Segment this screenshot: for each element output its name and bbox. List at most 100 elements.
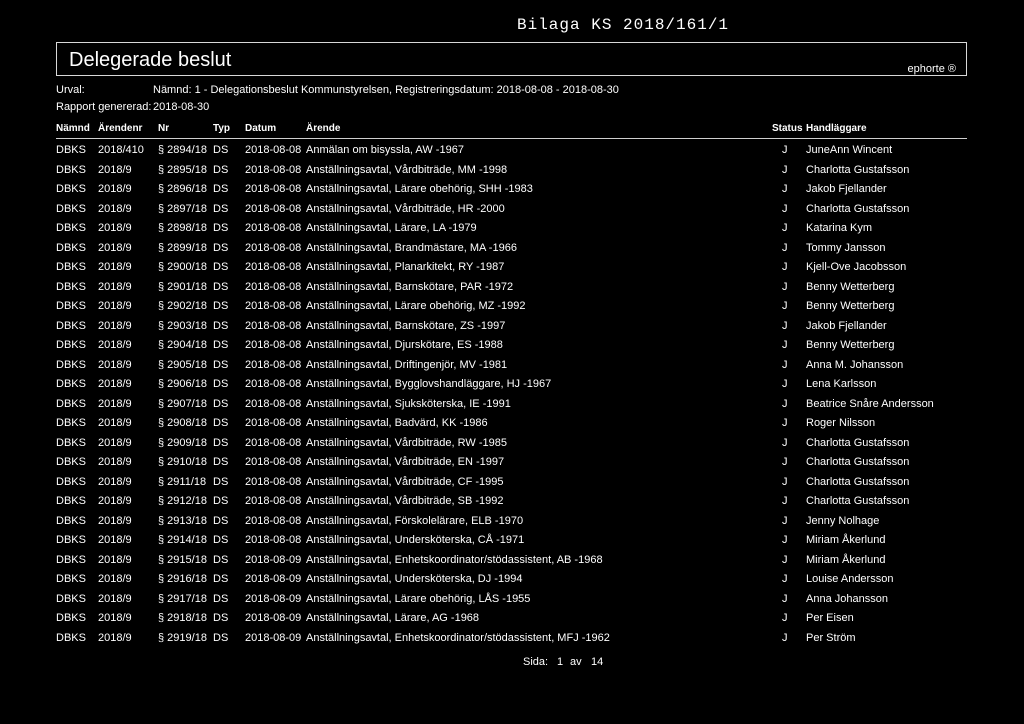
cell-handlaggare: Charlotta Gustafsson — [806, 164, 910, 176]
cell-status: J — [782, 612, 788, 624]
cell-namnd: DBKS — [56, 183, 86, 195]
cell-handlaggare: Jakob Fjellander — [806, 320, 887, 332]
table-row: DBKS 2018/9 § 2912/18 DS 2018-08-08 Anställni… — [0, 495, 1024, 511]
cell-datum: 2018-08-08 — [245, 281, 302, 293]
cell-arende: Anställningsavtal, Enhetskoordinator/stö… — [306, 554, 603, 566]
cell-namnd: DBKS — [56, 593, 86, 605]
cell-typ: DS — [213, 456, 229, 468]
cell-arendenr: 2018/9 — [98, 437, 132, 449]
cell-typ: DS — [213, 554, 229, 566]
cell-namnd: DBKS — [56, 476, 86, 488]
cell-handlaggare: Benny Wetterberg — [806, 339, 895, 351]
cell-arende: Anställningsavtal, Vårdbiträde, MM -1998 — [306, 164, 508, 176]
cell-handlaggare: Jakob Fjellander — [806, 183, 887, 195]
page-current: 1 — [557, 656, 564, 668]
table-row: DBKS 2018/9 § 2916/18 DS 2018-08-09 Anställni… — [0, 573, 1024, 589]
cell-arende: Anställningsavtal, Bygglovshandläggare, … — [306, 378, 552, 390]
cell-namnd: DBKS — [56, 339, 86, 351]
table-row: DBKS 2018/9 § 2896/18 DS 2018-08-08 Anställni… — [0, 183, 1024, 199]
cell-arende: Anställningsavtal, Vårdbiträde, RW -1985 — [306, 437, 507, 449]
cell-namnd: DBKS — [56, 281, 86, 293]
cell-status: J — [782, 144, 788, 156]
cell-namnd: DBKS — [56, 359, 86, 371]
cell-nr: § 2899/18 — [158, 242, 207, 254]
cell-arende: Anställningsavtal, Lärare obehörig, LÅS … — [306, 593, 531, 605]
cell-status: J — [782, 222, 788, 234]
cell-nr: § 2900/18 — [158, 261, 207, 273]
cell-arende: Anställningsavtal, Förskolelärare, ELB -… — [306, 515, 524, 527]
title-box: Delegerade beslut ephorte ® — [56, 42, 967, 76]
cell-arende: Anställningsavtal, Undersköterska, DJ -1… — [306, 573, 523, 585]
table-row: DBKS 2018/9 § 2903/18 DS 2018-08-08 Anställni… — [0, 320, 1024, 336]
cell-datum: 2018-08-09 — [245, 554, 302, 566]
cell-arendenr: 2018/9 — [98, 164, 132, 176]
table-row: DBKS 2018/9 § 2911/18 DS 2018-08-08 Anställni… — [0, 476, 1024, 492]
cell-status: J — [782, 495, 788, 507]
cell-typ: DS — [213, 144, 229, 156]
cell-typ: DS — [213, 222, 229, 234]
cell-typ: DS — [213, 281, 229, 293]
cell-nr: § 2917/18 — [158, 593, 207, 605]
cell-status: J — [782, 339, 788, 351]
cell-arendenr: 2018/9 — [98, 300, 132, 312]
table-row: DBKS 2018/9 § 2918/18 DS 2018-08-09 Anställni… — [0, 612, 1024, 628]
rapport-value: 2018-08-30 — [153, 101, 210, 113]
cell-namnd: DBKS — [56, 632, 86, 644]
cell-arende: Anställningsavtal, Vårdbiträde, HR -2000 — [306, 203, 505, 215]
cell-nr: § 2905/18 — [158, 359, 207, 371]
col-handlaggare: Handläggare — [806, 123, 867, 134]
cell-datum: 2018-08-08 — [245, 203, 302, 215]
table-row: DBKS 2018/9 § 2898/18 DS 2018-08-08 Anställni… — [0, 222, 1024, 238]
cell-status: J — [782, 261, 788, 273]
table-row: DBKS 2018/9 § 2909/18 DS 2018-08-08 Anställni… — [0, 437, 1024, 453]
cell-namnd: DBKS — [56, 456, 86, 468]
cell-arendenr: 2018/9 — [98, 339, 132, 351]
cell-nr: § 2912/18 — [158, 495, 207, 507]
cell-handlaggare: Miriam Åkerlund — [806, 534, 886, 546]
cell-status: J — [782, 593, 788, 605]
cell-arendenr: 2018/9 — [98, 515, 132, 527]
cell-typ: DS — [213, 359, 229, 371]
cell-datum: 2018-08-08 — [245, 222, 302, 234]
cell-typ: DS — [213, 534, 229, 546]
col-status: Status — [772, 123, 803, 134]
cell-datum: 2018-08-08 — [245, 320, 302, 332]
cell-namnd: DBKS — [56, 378, 86, 390]
cell-arendenr: 2018/9 — [98, 378, 132, 390]
cell-handlaggare: Miriam Åkerlund — [806, 554, 886, 566]
table-row: DBKS 2018/9 § 2899/18 DS 2018-08-08 Anställni… — [0, 242, 1024, 258]
cell-handlaggare: Katarina Kym — [806, 222, 873, 234]
cell-nr: § 2904/18 — [158, 339, 207, 351]
table-row: DBKS 2018/9 § 2900/18 DS 2018-08-08 Anställni… — [0, 261, 1024, 277]
cell-arendenr: 2018/9 — [98, 632, 132, 644]
cell-arendenr: 2018/410 — [98, 144, 144, 156]
cell-typ: DS — [213, 515, 229, 527]
cell-nr: § 2911/18 — [158, 476, 207, 488]
cell-status: J — [782, 378, 788, 390]
cell-namnd: DBKS — [56, 612, 86, 624]
cell-nr: § 2909/18 — [158, 437, 207, 449]
cell-handlaggare: Charlotta Gustafsson — [806, 203, 910, 215]
cell-namnd: DBKS — [56, 300, 86, 312]
cell-handlaggare: Jenny Nolhage — [806, 515, 880, 527]
cell-status: J — [782, 359, 788, 371]
table-row: DBKS 2018/9 § 2904/18 DS 2018-08-08 Anställni… — [0, 339, 1024, 355]
cell-typ: DS — [213, 437, 229, 449]
cell-nr: § 2916/18 — [158, 573, 207, 585]
col-typ: Typ — [213, 123, 231, 134]
table-row: DBKS 2018/410 § 2894/18 DS 2018-08-08 Anmälan… — [0, 144, 1024, 160]
cell-datum: 2018-08-08 — [245, 515, 302, 527]
cell-arende: Anställningsavtal, Barnskötare, ZS -1997 — [306, 320, 506, 332]
cell-arendenr: 2018/9 — [98, 573, 132, 585]
table-row: DBKS 2018/9 § 2897/18 DS 2018-08-08 Anställni… — [0, 203, 1024, 219]
cell-arende: Anställningsavtal, Planarkitekt, RY -198… — [306, 261, 505, 273]
rapport-label: Rapport genererad: — [56, 101, 152, 113]
table-row: DBKS 2018/9 § 2913/18 DS 2018-08-08 Anställni… — [0, 515, 1024, 531]
cell-arende: Anställningsavtal, Vårdbiträde, SB -1992 — [306, 495, 504, 507]
cell-datum: 2018-08-08 — [245, 476, 302, 488]
cell-arendenr: 2018/9 — [98, 534, 132, 546]
cell-handlaggare: Charlotta Gustafsson — [806, 476, 910, 488]
cell-typ: DS — [213, 339, 229, 351]
cell-handlaggare: Anna M. Johansson — [806, 359, 904, 371]
cell-status: J — [782, 320, 788, 332]
